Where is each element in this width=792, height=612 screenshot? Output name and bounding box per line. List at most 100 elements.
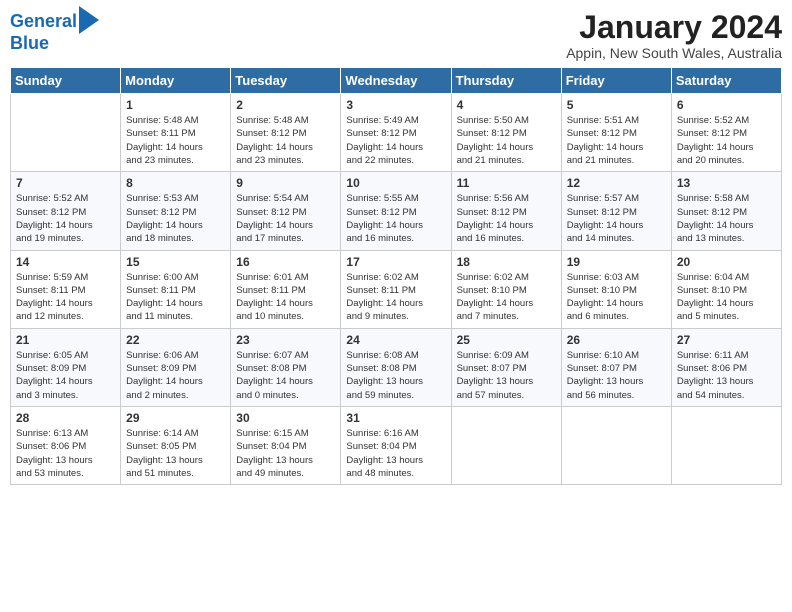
calendar-cell: 26 Sunrise: 6:10 AM Sunset: 8:07 PM Dayli…	[561, 328, 671, 406]
calendar-week-row: 1 Sunrise: 5:48 AM Sunset: 8:11 PM Daylig…	[11, 94, 782, 172]
calendar-cell	[451, 406, 561, 484]
calendar-cell: 11Sunrise: 5:56 AM Sunset: 8:12 PM Dayli…	[451, 172, 561, 250]
calendar-cell: 1 Sunrise: 5:48 AM Sunset: 8:11 PM Daylig…	[121, 94, 231, 172]
calendar-cell: 24Sunrise: 6:08 AM Sunset: 8:08 PM Dayli…	[341, 328, 451, 406]
day-number: 24	[346, 333, 445, 347]
day-detail: Sunrise: 5:54 AM Sunset: 8:12 PM Dayligh…	[236, 192, 335, 245]
day-number: 10	[346, 176, 445, 190]
logo: General Blue	[10, 10, 99, 54]
day-detail: Sunrise: 5:58 AM Sunset: 8:12 PM Dayligh…	[677, 192, 776, 245]
day-number: 2	[236, 98, 335, 112]
calendar-week-row: 7 Sunrise: 5:52 AM Sunset: 8:12 PM Daylig…	[11, 172, 782, 250]
weekday-header-saturday: Saturday	[671, 68, 781, 94]
calendar-cell: 13Sunrise: 5:58 AM Sunset: 8:12 PM Dayli…	[671, 172, 781, 250]
day-detail: Sunrise: 5:48 AM Sunset: 8:11 PM Dayligh…	[126, 114, 225, 167]
day-number: 9	[236, 176, 335, 190]
calendar-cell: 22Sunrise: 6:06 AM Sunset: 8:09 PM Dayli…	[121, 328, 231, 406]
calendar-cell	[11, 94, 121, 172]
calendar-cell: 27Sunrise: 6:11 AM Sunset: 8:06 PM Dayli…	[671, 328, 781, 406]
day-number: 20	[677, 255, 776, 269]
logo-arrow-icon	[79, 6, 99, 34]
weekday-header-tuesday: Tuesday	[231, 68, 341, 94]
calendar-cell: 3Sunrise: 5:49 AM Sunset: 8:12 PM Daylig…	[341, 94, 451, 172]
day-number: 7	[16, 176, 115, 190]
day-number: 12	[567, 176, 666, 190]
calendar-cell: 6Sunrise: 5:52 AM Sunset: 8:12 PM Daylig…	[671, 94, 781, 172]
day-number: 29	[126, 411, 225, 425]
day-detail: Sunrise: 5:55 AM Sunset: 8:12 PM Dayligh…	[346, 192, 445, 245]
calendar-cell: 20Sunrise: 6:04 AM Sunset: 8:10 PM Dayli…	[671, 250, 781, 328]
day-detail: Sunrise: 6:14 AM Sunset: 8:05 PM Dayligh…	[126, 427, 225, 480]
calendar-week-row: 28 Sunrise: 6:13 AM Sunset: 8:06 PM Dayli…	[11, 406, 782, 484]
calendar-cell: 30 Sunrise: 6:15 AM Sunset: 8:04 PM Dayli…	[231, 406, 341, 484]
day-detail: Sunrise: 6:15 AM Sunset: 8:04 PM Dayligh…	[236, 427, 335, 480]
day-detail: Sunrise: 6:02 AM Sunset: 8:10 PM Dayligh…	[457, 271, 556, 324]
day-number: 19	[567, 255, 666, 269]
calendar-week-row: 21 Sunrise: 6:05 AM Sunset: 8:09 PM Dayli…	[11, 328, 782, 406]
calendar-cell	[561, 406, 671, 484]
day-detail: Sunrise: 6:00 AM Sunset: 8:11 PM Dayligh…	[126, 271, 225, 324]
location-subtitle: Appin, New South Wales, Australia	[566, 45, 782, 61]
day-detail: Sunrise: 6:10 AM Sunset: 8:07 PM Dayligh…	[567, 349, 666, 402]
calendar-cell: 18 Sunrise: 6:02 AM Sunset: 8:10 PM Dayli…	[451, 250, 561, 328]
calendar-cell: 12 Sunrise: 5:57 AM Sunset: 8:12 PM Dayli…	[561, 172, 671, 250]
day-number: 15	[126, 255, 225, 269]
calendar-cell: 4 Sunrise: 5:50 AM Sunset: 8:12 PM Daylig…	[451, 94, 561, 172]
day-number: 30	[236, 411, 335, 425]
calendar-cell: 29 Sunrise: 6:14 AM Sunset: 8:05 PM Dayli…	[121, 406, 231, 484]
calendar-cell: 5Sunrise: 5:51 AM Sunset: 8:12 PM Daylig…	[561, 94, 671, 172]
calendar-week-row: 14 Sunrise: 5:59 AM Sunset: 8:11 PM Dayli…	[11, 250, 782, 328]
day-number: 1	[126, 98, 225, 112]
day-detail: Sunrise: 5:48 AM Sunset: 8:12 PM Dayligh…	[236, 114, 335, 167]
calendar-cell: 7 Sunrise: 5:52 AM Sunset: 8:12 PM Daylig…	[11, 172, 121, 250]
day-number: 23	[236, 333, 335, 347]
calendar-cell: 14 Sunrise: 5:59 AM Sunset: 8:11 PM Dayli…	[11, 250, 121, 328]
day-number: 14	[16, 255, 115, 269]
day-number: 5	[567, 98, 666, 112]
calendar-cell: 16 Sunrise: 6:01 AM Sunset: 8:11 PM Dayli…	[231, 250, 341, 328]
calendar-cell	[671, 406, 781, 484]
day-number: 25	[457, 333, 556, 347]
day-detail: Sunrise: 6:13 AM Sunset: 8:06 PM Dayligh…	[16, 427, 115, 480]
day-detail: Sunrise: 6:06 AM Sunset: 8:09 PM Dayligh…	[126, 349, 225, 402]
calendar-cell: 2 Sunrise: 5:48 AM Sunset: 8:12 PM Daylig…	[231, 94, 341, 172]
calendar-cell: 31 Sunrise: 6:16 AM Sunset: 8:04 PM Dayli…	[341, 406, 451, 484]
calendar-cell: 9 Sunrise: 5:54 AM Sunset: 8:12 PM Daylig…	[231, 172, 341, 250]
calendar-cell: 25 Sunrise: 6:09 AM Sunset: 8:07 PM Dayli…	[451, 328, 561, 406]
logo-text: General	[10, 12, 77, 32]
calendar-header: SundayMondayTuesdayWednesdayThursdayFrid…	[11, 68, 782, 94]
day-detail: Sunrise: 6:16 AM Sunset: 8:04 PM Dayligh…	[346, 427, 445, 480]
calendar-cell: 21 Sunrise: 6:05 AM Sunset: 8:09 PM Dayli…	[11, 328, 121, 406]
month-title: January 2024	[566, 10, 782, 45]
calendar-table: SundayMondayTuesdayWednesdayThursdayFrid…	[10, 67, 782, 485]
calendar-cell: 23 Sunrise: 6:07 AM Sunset: 8:08 PM Dayli…	[231, 328, 341, 406]
day-detail: Sunrise: 5:57 AM Sunset: 8:12 PM Dayligh…	[567, 192, 666, 245]
day-number: 17	[346, 255, 445, 269]
day-detail: Sunrise: 5:50 AM Sunset: 8:12 PM Dayligh…	[457, 114, 556, 167]
day-detail: Sunrise: 6:07 AM Sunset: 8:08 PM Dayligh…	[236, 349, 335, 402]
day-detail: Sunrise: 6:09 AM Sunset: 8:07 PM Dayligh…	[457, 349, 556, 402]
weekday-header-wednesday: Wednesday	[341, 68, 451, 94]
weekday-header-sunday: Sunday	[11, 68, 121, 94]
day-number: 26	[567, 333, 666, 347]
day-detail: Sunrise: 5:52 AM Sunset: 8:12 PM Dayligh…	[16, 192, 115, 245]
weekday-header-thursday: Thursday	[451, 68, 561, 94]
day-number: 3	[346, 98, 445, 112]
calendar-cell: 15 Sunrise: 6:00 AM Sunset: 8:11 PM Dayli…	[121, 250, 231, 328]
header: General Blue January 2024 Appin, New Sou…	[10, 10, 782, 61]
day-number: 21	[16, 333, 115, 347]
day-number: 28	[16, 411, 115, 425]
calendar-cell: 28 Sunrise: 6:13 AM Sunset: 8:06 PM Dayli…	[11, 406, 121, 484]
calendar-cell: 10 Sunrise: 5:55 AM Sunset: 8:12 PM Dayli…	[341, 172, 451, 250]
day-number: 31	[346, 411, 445, 425]
day-detail: Sunrise: 5:59 AM Sunset: 8:11 PM Dayligh…	[16, 271, 115, 324]
title-area: January 2024 Appin, New South Wales, Aus…	[566, 10, 782, 61]
day-number: 18	[457, 255, 556, 269]
day-detail: Sunrise: 6:05 AM Sunset: 8:09 PM Dayligh…	[16, 349, 115, 402]
day-number: 4	[457, 98, 556, 112]
weekday-header-row: SundayMondayTuesdayWednesdayThursdayFrid…	[11, 68, 782, 94]
day-number: 16	[236, 255, 335, 269]
calendar-cell: 17Sunrise: 6:02 AM Sunset: 8:11 PM Dayli…	[341, 250, 451, 328]
day-detail: Sunrise: 6:01 AM Sunset: 8:11 PM Dayligh…	[236, 271, 335, 324]
weekday-header-friday: Friday	[561, 68, 671, 94]
